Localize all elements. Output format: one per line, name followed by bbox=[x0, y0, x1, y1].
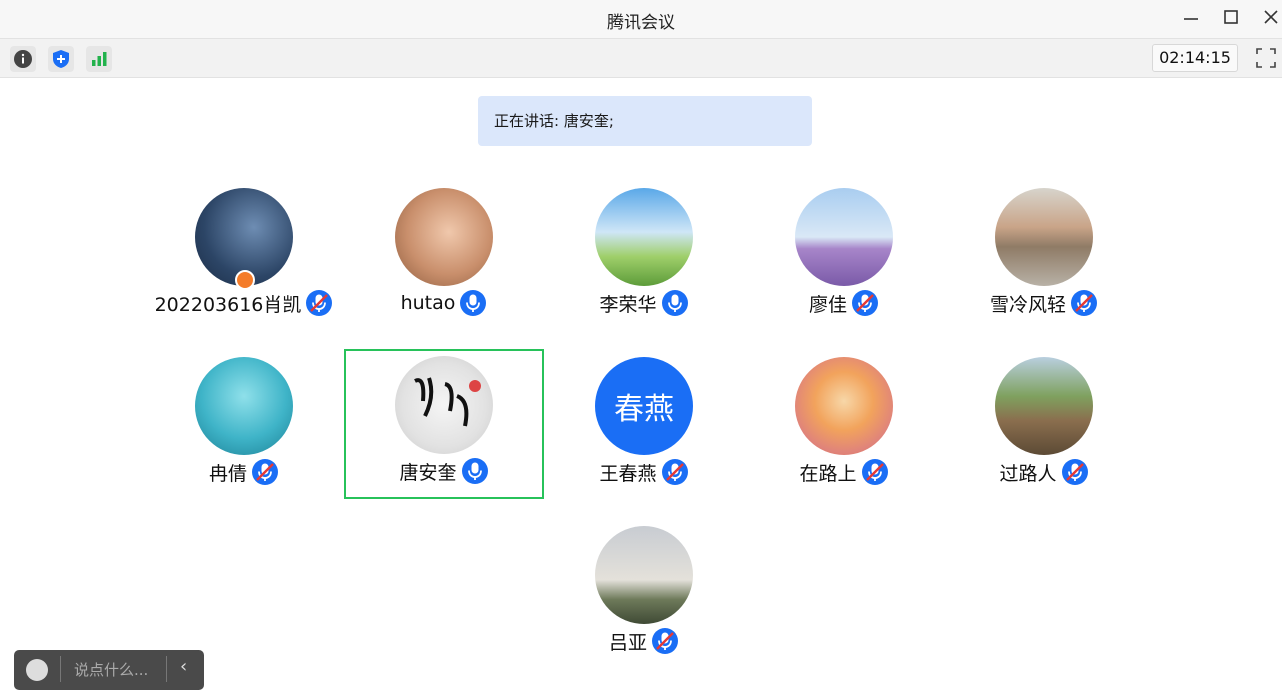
participant-tile[interactable]: 李荣华 bbox=[544, 181, 744, 331]
mic-muted-icon[interactable] bbox=[305, 289, 333, 317]
participant-name: 雪冷风轻 bbox=[989, 293, 1066, 316]
participant-tile[interactable]: 雪冷风轻 bbox=[944, 181, 1144, 331]
participant-tile[interactable]: 在路上 bbox=[744, 350, 944, 500]
mic-muted-icon[interactable] bbox=[1061, 458, 1089, 486]
window-title: 腾讯会议 bbox=[607, 13, 675, 33]
avatar bbox=[995, 357, 1093, 455]
participant-name: 在路上 bbox=[799, 462, 857, 485]
participant-tile[interactable]: 冉倩 bbox=[144, 350, 344, 500]
participant-name: 202203616肖凯 bbox=[154, 293, 302, 316]
meeting-timer: 02:14:15 bbox=[1152, 44, 1238, 72]
participant-name: 过路人 bbox=[999, 462, 1057, 485]
mic-icon[interactable] bbox=[461, 457, 489, 485]
participant-tile[interactable]: 过路人 bbox=[944, 350, 1144, 500]
shield-icon[interactable] bbox=[48, 46, 74, 72]
avatar bbox=[195, 357, 293, 455]
avatar bbox=[995, 188, 1093, 286]
host-badge-icon bbox=[235, 270, 255, 290]
mic-muted-icon[interactable] bbox=[861, 458, 889, 486]
avatar bbox=[795, 357, 893, 455]
mic-muted-icon[interactable] bbox=[851, 289, 879, 317]
mic-muted-icon[interactable] bbox=[661, 458, 689, 486]
mic-muted-icon[interactable] bbox=[651, 627, 679, 655]
divider bbox=[60, 656, 61, 682]
signal-strength-icon[interactable] bbox=[86, 46, 112, 72]
mic-muted-icon[interactable] bbox=[251, 458, 279, 486]
participant-name: 吕亚 bbox=[608, 631, 647, 654]
participant-name: 李荣华 bbox=[599, 293, 657, 316]
participant-tile[interactable]: hutao bbox=[344, 181, 544, 331]
participant-tile[interactable]: 202203616肖凯 bbox=[144, 181, 344, 331]
avatar: 春燕 bbox=[595, 357, 693, 455]
participant-tile[interactable]: 廖佳 bbox=[744, 181, 944, 331]
avatar bbox=[795, 188, 893, 286]
chat-placeholder[interactable]: 说点什么... bbox=[74, 659, 148, 680]
participant-name: 冉倩 bbox=[208, 462, 247, 485]
avatar bbox=[395, 188, 493, 286]
title-bar: 腾讯会议 bbox=[0, 0, 1282, 38]
divider bbox=[166, 656, 167, 682]
participant-tile[interactable]: 春燕 王春燕 bbox=[544, 350, 744, 500]
mic-muted-icon[interactable] bbox=[1070, 289, 1098, 317]
participant-name: 廖佳 bbox=[808, 293, 847, 316]
close-icon[interactable] bbox=[1258, 6, 1282, 30]
info-icon[interactable] bbox=[10, 46, 36, 72]
avatar-initials: 春燕 bbox=[614, 392, 674, 427]
participant-name: hutao bbox=[400, 292, 456, 314]
maximize-icon[interactable] bbox=[1218, 6, 1244, 30]
emoji-icon[interactable] bbox=[26, 659, 48, 681]
minimize-icon[interactable] bbox=[1178, 6, 1204, 30]
participant-name: 王春燕 bbox=[599, 462, 657, 485]
avatar bbox=[595, 526, 693, 624]
participant-name: 唐安奎 bbox=[399, 461, 457, 484]
mic-icon[interactable] bbox=[661, 289, 689, 317]
chevron-left-icon[interactable]: ‹ bbox=[180, 656, 187, 677]
participant-tile-selected[interactable]: 唐安奎 bbox=[344, 349, 544, 499]
fullscreen-icon[interactable] bbox=[1254, 46, 1278, 70]
avatar bbox=[595, 188, 693, 286]
speaking-banner: 正在讲话: 唐安奎; bbox=[478, 96, 812, 146]
chat-input-bar[interactable]: 说点什么... ‹ bbox=[14, 650, 204, 690]
participant-tile[interactable]: 吕亚 bbox=[544, 519, 744, 669]
mic-icon[interactable] bbox=[459, 289, 487, 317]
meeting-toolbar: 02:14:15 bbox=[0, 38, 1282, 78]
avatar bbox=[395, 356, 493, 454]
